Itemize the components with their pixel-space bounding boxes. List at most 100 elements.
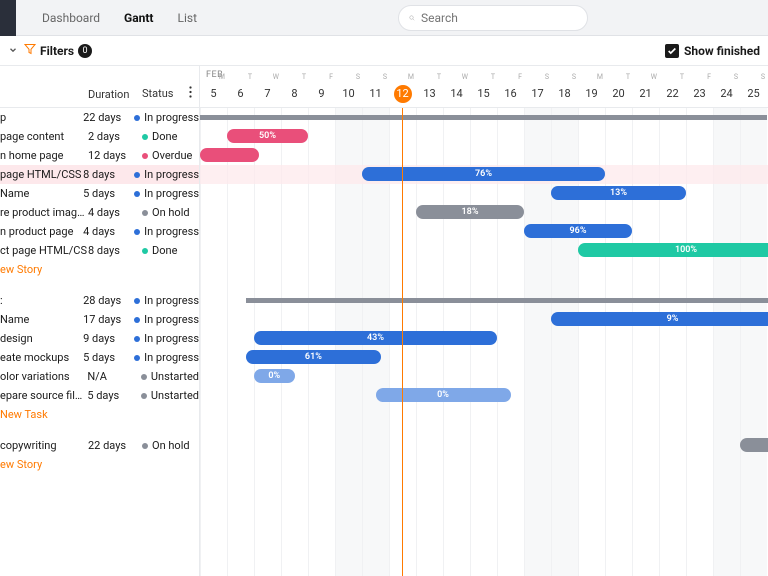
search-box[interactable] <box>398 5 588 31</box>
task-status: In progress <box>144 111 199 124</box>
task-duration: 8 days <box>83 168 134 181</box>
day-10[interactable]: S10 <box>335 81 362 107</box>
day-13[interactable]: T13 <box>416 81 443 107</box>
show-finished-toggle[interactable]: Show finished <box>665 44 760 58</box>
task-bar[interactable]: 9% <box>551 312 768 326</box>
day-9[interactable]: F9 <box>308 81 335 107</box>
add-link[interactable]: ew Story <box>0 260 199 279</box>
day-15[interactable]: T15 <box>470 81 497 107</box>
task-row[interactable]: design9 daysIn progress <box>0 329 199 348</box>
timeline-header: FEB M5T6W7T8F9S10S11M12T13W14T15F16S17S1… <box>200 66 768 108</box>
task-row[interactable]: :28 days In progress <box>0 291 199 310</box>
task-row[interactable]: n product page4 daysIn progress <box>0 222 199 241</box>
task-bar[interactable] <box>200 148 259 162</box>
day-5[interactable]: M5 <box>200 81 227 107</box>
task-duration: 8 days <box>88 244 142 257</box>
task-row[interactable]: page content2 daysDone <box>0 127 199 146</box>
view-tabs: Dashboard Gantt List <box>30 0 209 36</box>
task-status: In progress <box>144 225 199 238</box>
day-17[interactable]: S17 <box>524 81 551 107</box>
tab-dashboard[interactable]: Dashboard <box>30 0 112 36</box>
day-21[interactable]: W21 <box>632 81 659 107</box>
task-row[interactable]: ct page HTML/CS8 daysDone <box>0 241 199 260</box>
task-status: In progress <box>144 168 199 181</box>
gantt-pane[interactable]: FEB M5T6W7T8F9S10S11M12T13W14T15F16S17S1… <box>200 66 768 576</box>
task-name: copywriting <box>0 439 88 452</box>
task-bar[interactable]: 0% <box>376 388 511 402</box>
task-duration: 5 days <box>83 187 134 200</box>
day-6[interactable]: T6 <box>227 81 254 107</box>
chevron-down-icon[interactable] <box>8 44 18 58</box>
task-duration: 4 days <box>83 225 134 238</box>
task-row[interactable]: n home page12 days Overdue <box>0 146 199 165</box>
task-status: In progress <box>144 332 199 345</box>
day-16[interactable]: F16 <box>497 81 524 107</box>
task-row[interactable]: Name5 daysIn progress <box>0 184 199 203</box>
task-bar[interactable] <box>740 438 768 452</box>
more-icon[interactable] <box>189 86 192 101</box>
day-23[interactable]: F23 <box>686 81 713 107</box>
task-bar[interactable]: 50% <box>227 129 308 143</box>
task-status: In progress <box>144 313 199 326</box>
day-12[interactable]: M12 <box>389 81 416 107</box>
day-14[interactable]: W14 <box>443 81 470 107</box>
day-24[interactable]: S24 <box>713 81 740 107</box>
task-duration: 22 days <box>88 439 142 452</box>
task-bar[interactable]: 76% <box>362 167 605 181</box>
add-link[interactable]: ew Story <box>0 455 199 474</box>
task-name: olor variations <box>0 370 87 383</box>
task-row[interactable]: epare source files for p...5 daysUnstart… <box>0 386 199 405</box>
task-status: On hold <box>152 206 190 219</box>
task-row[interactable]: eate mockups5 daysIn progress <box>0 348 199 367</box>
task-bar[interactable]: 0% <box>254 369 295 383</box>
task-bar[interactable]: 100% <box>578 243 768 257</box>
search-input[interactable] <box>421 11 577 25</box>
col-duration[interactable]: Duration <box>88 88 142 101</box>
task-row[interactable]: copywriting22 daysOn hold <box>0 436 199 455</box>
day-7[interactable]: W7 <box>254 81 281 107</box>
add-link[interactable]: New Task <box>0 405 199 424</box>
task-bar[interactable]: 18% <box>416 205 524 219</box>
task-row[interactable]: p22 daysIn progress <box>0 108 199 127</box>
summary-bar[interactable] <box>246 298 768 303</box>
task-bar[interactable]: 96% <box>524 224 632 238</box>
day-20[interactable]: T20 <box>605 81 632 107</box>
task-duration: 12 days <box>88 149 142 162</box>
day-11[interactable]: S11 <box>362 81 389 107</box>
task-duration: 17 days <box>83 313 134 326</box>
tab-list[interactable]: List <box>166 0 210 36</box>
task-status: Overdue <box>152 149 192 162</box>
summary-bar[interactable] <box>200 115 767 120</box>
task-duration: 28 days <box>83 294 134 307</box>
task-bar[interactable]: 61% <box>246 350 381 364</box>
task-status: In progress <box>144 294 199 307</box>
task-name: : <box>0 294 83 307</box>
filter-icon[interactable] <box>24 43 36 58</box>
day-8[interactable]: T8 <box>281 81 308 107</box>
task-bar[interactable]: 13% <box>551 186 686 200</box>
day-18[interactable]: S18 <box>551 81 578 107</box>
col-status[interactable]: Status <box>142 87 173 100</box>
task-row[interactable]: re product images4 days On hold <box>0 203 199 222</box>
task-status: In progress <box>144 351 199 364</box>
task-bar[interactable]: 43% <box>254 331 497 345</box>
task-name: page HTML/CSS <box>0 168 83 181</box>
task-row[interactable]: page HTML/CSS8 days In progress <box>0 165 199 184</box>
task-name: n home page <box>0 149 88 162</box>
task-duration: 5 days <box>87 389 141 402</box>
task-duration: N/A <box>87 370 141 383</box>
task-duration: 22 days <box>83 111 134 124</box>
task-duration: 5 days <box>83 351 134 364</box>
task-name: page content <box>0 130 88 143</box>
day-19[interactable]: M19 <box>578 81 605 107</box>
task-duration: 4 days <box>88 206 142 219</box>
task-row[interactable]: olor variationsN/AUnstarted <box>0 367 199 386</box>
filter-bar: Filters 0 Show finished <box>0 36 768 66</box>
day-25[interactable]: S25 <box>740 81 767 107</box>
tab-gantt[interactable]: Gantt <box>112 0 165 36</box>
task-row[interactable]: Name17 daysIn progress <box>0 310 199 329</box>
brand-block <box>0 0 16 36</box>
day-22[interactable]: T22 <box>659 81 686 107</box>
filters-button[interactable]: Filters <box>40 44 74 58</box>
task-name: re product images <box>0 206 88 219</box>
